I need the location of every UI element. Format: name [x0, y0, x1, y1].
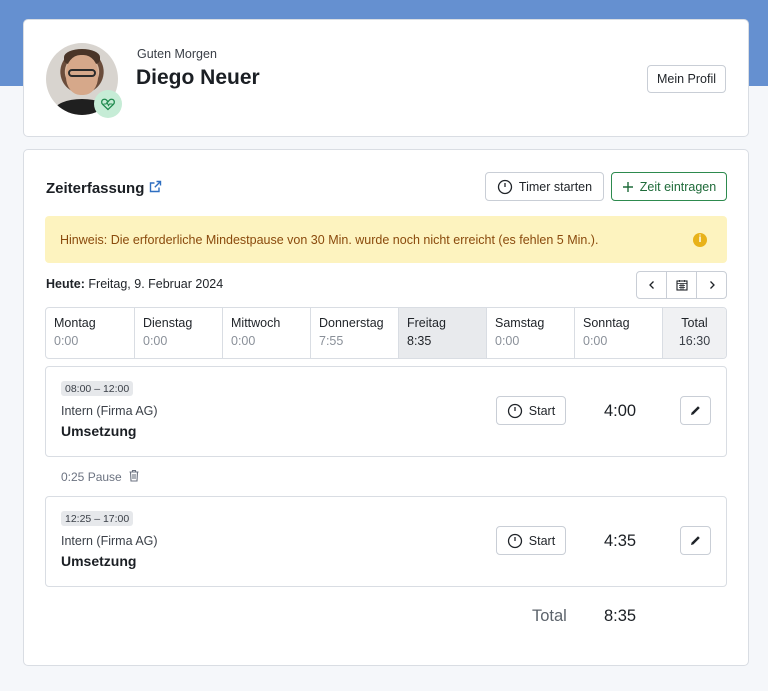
start-timer-button[interactable]: Timer starten [485, 172, 604, 201]
time-range-badge: 08:00 – 12:00 [61, 381, 134, 396]
day-sunday[interactable]: Sonntag 0:00 [575, 308, 663, 358]
day-value: 16:30 [678, 334, 711, 348]
day-name: Total [681, 316, 708, 330]
clock-icon [507, 403, 522, 418]
total-label: Total [532, 607, 567, 625]
day-name: Samstag [495, 316, 545, 330]
entry-task: Umsetzung [61, 423, 137, 439]
day-value: 0:00 [583, 334, 608, 348]
section-title: Zeiterfassung [46, 179, 163, 198]
notice-text: Hinweis: Die erforderliche Mindestpause … [60, 232, 599, 247]
calendar-icon[interactable] [667, 272, 697, 298]
start-entry-label: Start [528, 403, 556, 418]
total-value: 8:35 [604, 607, 637, 625]
week-overview: Montag 0:00 Dienstag 0:00 Mittwoch 0:00 … [45, 307, 727, 359]
today-value: Freitag, 9. Februar 2024 [88, 277, 224, 291]
pencil-icon [691, 536, 700, 545]
add-time-label: Zeit eintragen [639, 179, 717, 194]
health-heart-icon [94, 90, 122, 118]
start-entry-button[interactable]: Start [496, 396, 566, 425]
start-timer-label: Timer starten [518, 179, 593, 194]
entry-duration: 4:00 [604, 402, 637, 420]
day-name: Freitag [407, 316, 446, 330]
break-notice: Hinweis: Die erforderliche Mindestpause … [45, 216, 727, 263]
day-tuesday[interactable]: Dienstag 0:00 [135, 308, 223, 358]
clock-icon [497, 179, 513, 194]
pause-info: 0:25 Pause [61, 469, 140, 485]
pause-text: 0:25 Pause [61, 470, 122, 484]
day-value: 8:35 [407, 334, 432, 348]
start-entry-button[interactable]: Start [496, 526, 566, 555]
date-pager [636, 271, 727, 299]
day-monday[interactable]: Montag 0:00 [46, 308, 135, 358]
entry-client: Intern (Firma AG) [61, 534, 158, 548]
entry-duration: 4:35 [604, 532, 637, 550]
time-range-badge: 12:25 – 17:00 [61, 511, 134, 526]
info-icon: i [693, 232, 707, 247]
day-value: 0:00 [54, 334, 79, 348]
clock-icon [507, 533, 522, 548]
today-date: Heute: Freitag, 9. Februar 2024 [46, 277, 223, 291]
time-entry: 12:25 – 17:00 Intern (Firma AG) Umsetzun… [45, 496, 727, 587]
plus-icon [622, 181, 633, 192]
day-name: Donnerstag [319, 316, 384, 330]
greeting-text: Guten Morgen [137, 47, 217, 61]
edit-entry-button[interactable] [680, 396, 711, 425]
section-title-label: Zeiterfassung [46, 180, 145, 197]
week-total: Total 16:30 [663, 308, 726, 358]
pencil-icon [691, 406, 700, 415]
entry-task: Umsetzung [61, 553, 137, 569]
my-profile-button[interactable]: Mein Profil [647, 65, 726, 93]
chevron-left-icon[interactable] [637, 272, 667, 298]
day-name: Mittwoch [231, 316, 281, 330]
day-name: Dienstag [143, 316, 193, 330]
external-link-icon[interactable] [148, 179, 163, 198]
profile-card: Guten Morgen Diego Neuer Mein Profil [23, 19, 749, 137]
entry-client: Intern (Firma AG) [61, 404, 158, 418]
day-value: 7:55 [319, 334, 344, 348]
edit-entry-button[interactable] [680, 526, 711, 555]
day-thursday[interactable]: Donnerstag 7:55 [311, 308, 399, 358]
user-name: Diego Neuer [136, 66, 260, 89]
day-value: 0:00 [231, 334, 256, 348]
time-entry: 08:00 – 12:00 Intern (Firma AG) Umsetzun… [45, 366, 727, 457]
day-name: Sonntag [583, 316, 630, 330]
day-wednesday[interactable]: Mittwoch 0:00 [223, 308, 311, 358]
today-label: Heute: [46, 277, 85, 291]
start-entry-label: Start [528, 533, 556, 548]
day-saturday[interactable]: Samstag 0:00 [487, 308, 575, 358]
time-tracking-card: Zeiterfassung Timer starten Zeit eintrag… [23, 149, 749, 666]
day-value: 0:00 [495, 334, 520, 348]
day-name: Montag [54, 316, 96, 330]
day-friday[interactable]: Freitag 8:35 [399, 308, 487, 358]
add-time-button[interactable]: Zeit eintragen [611, 172, 727, 201]
day-value: 0:00 [143, 334, 168, 348]
chevron-right-icon[interactable] [697, 272, 726, 298]
trash-icon[interactable] [128, 469, 140, 485]
